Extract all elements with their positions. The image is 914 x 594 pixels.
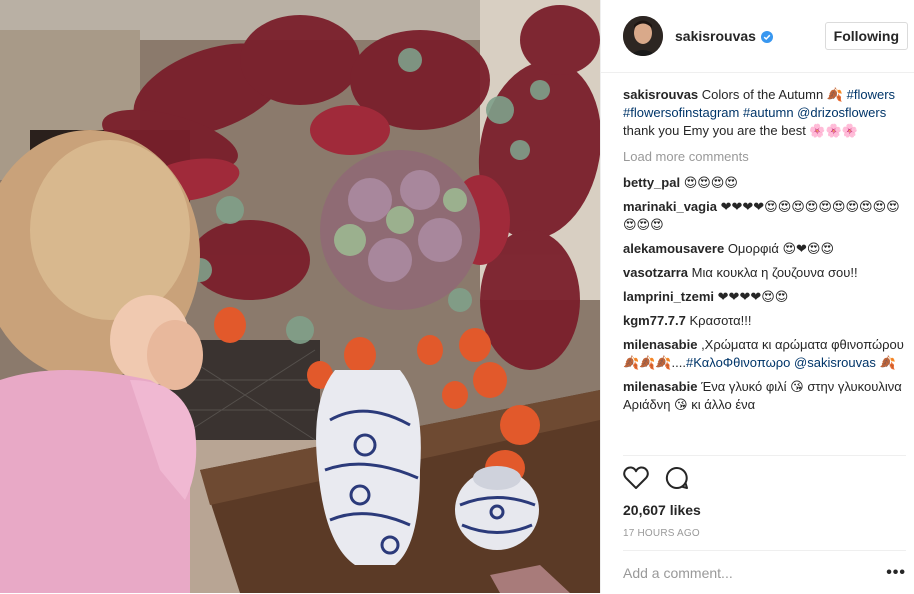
comment-text: ❤❤❤❤😍😍 (717, 289, 789, 304)
comment-icon[interactable] (665, 466, 689, 494)
comment-text: Μια κουκλα η ζουζουνα σου!! (691, 265, 858, 280)
comment-username[interactable]: vasotzarra (623, 265, 688, 280)
comment-text: Κρασοτα!!! (689, 313, 752, 328)
add-comment-section: ••• (623, 550, 906, 594)
photo-illustration (0, 0, 600, 593)
comment-item: lamprini_tzemi ❤❤❤❤😍😍 (623, 288, 906, 306)
comment-item: marinaki_vagia ❤❤❤❤😍😍😍😍😍😍😍😍😍😍😍😍😍 (623, 198, 906, 234)
hashtag-link[interactable]: #autumn (743, 105, 794, 120)
load-more-comments-link[interactable]: Load more comments (623, 148, 906, 166)
caption-text: thank you Emy you are the best 🌸🌸🌸 (623, 123, 858, 138)
comment-text: Ομορφιά 😍❤😍😍 (727, 241, 835, 256)
post-sidebar: sakisrouvas Following sakisrouvas Colors… (600, 0, 914, 593)
caption-text: Colors of the Autumn 🍂 (701, 87, 843, 102)
post-header: sakisrouvas Following (601, 0, 914, 73)
verified-badge-icon (760, 30, 773, 43)
comment-text: 😍😍😍😍 (683, 175, 738, 190)
comment-username[interactable]: kgm77.7.7 (623, 313, 686, 328)
comment-username[interactable]: betty_pal (623, 175, 680, 190)
following-button[interactable]: Following (824, 22, 908, 50)
comment-item: milenasabie Ένα γλυκό φιλί 😘 στην γλυκου… (623, 378, 906, 414)
comment-item: betty_pal 😍😍😍😍 (623, 174, 906, 192)
comments-list: sakisrouvas Colors of the Autumn 🍂 #flow… (623, 86, 906, 456)
avatar[interactable] (623, 16, 663, 56)
comment-item: alekamousavere Ομορφιά 😍❤😍😍 (623, 240, 906, 258)
heart-icon[interactable] (623, 466, 649, 494)
comment-username[interactable]: milenasabie (623, 379, 697, 394)
comment-item: kgm77.7.7 Κρασοτα!!! (623, 312, 906, 330)
comment-text: 🍂 (879, 355, 896, 370)
comment-username[interactable]: marinaki_vagia (623, 199, 717, 214)
post-timestamp[interactable]: 17 HOURS AGO (623, 528, 906, 539)
more-options-icon[interactable]: ••• (886, 564, 906, 582)
hashtag-link[interactable]: #flowers (847, 87, 895, 102)
mention-link[interactable]: @sakisrouvas (794, 355, 876, 370)
hashtag-link[interactable]: #ΚαλοΦθινοπωρο (686, 355, 790, 370)
comment-item: milenasabie ,Χρώματα κι αρώματα φθινοπώρ… (623, 336, 906, 372)
post-caption: sakisrouvas Colors of the Autumn 🍂 #flow… (623, 86, 906, 140)
mention-link[interactable]: @drizosflowers (797, 105, 886, 120)
hashtag-link[interactable]: #flowersofinstagram (623, 105, 739, 120)
comment-username[interactable]: alekamousavere (623, 241, 724, 256)
comment-username[interactable]: milenasabie (623, 337, 697, 352)
comment-item: vasotzarra Μια κουκλα η ζουζουνα σου!! (623, 264, 906, 282)
post-actions: 20,607 likes 17 HOURS AGO (623, 455, 906, 539)
likes-count[interactable]: 20,607 likes (623, 502, 906, 518)
comment-input[interactable] (623, 564, 887, 581)
comment-username[interactable]: lamprini_tzemi (623, 289, 714, 304)
action-icons (623, 456, 906, 494)
post-username[interactable]: sakisrouvas (675, 28, 756, 44)
post-photo[interactable] (0, 0, 600, 593)
caption-username[interactable]: sakisrouvas (623, 87, 698, 102)
